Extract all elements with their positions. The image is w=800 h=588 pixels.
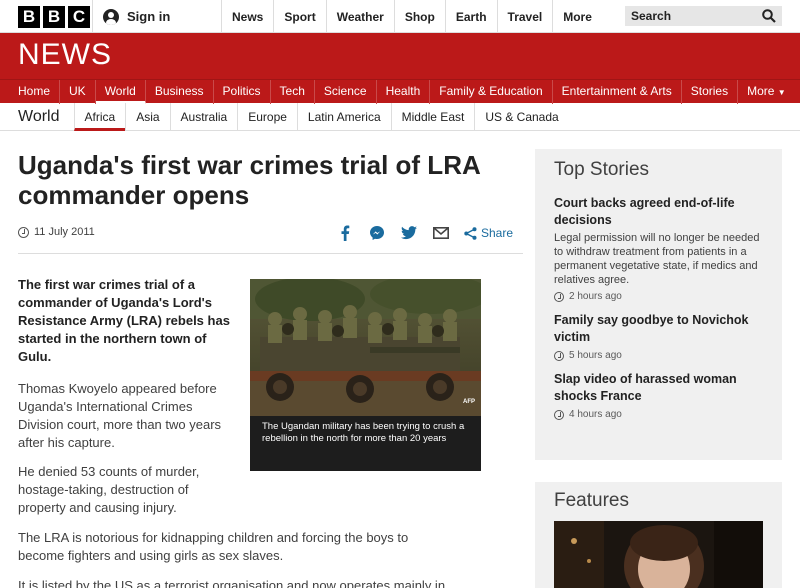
news-main-nav: Home UK World Business Politics Tech Sci… [0,79,800,104]
main-nav-uk[interactable]: UK [60,80,96,104]
main-nav-more[interactable]: More ▼ [738,80,795,104]
top-story-item[interactable]: Court backs agreed end-of-life decisions… [554,195,763,302]
twitter-icon[interactable] [400,224,418,242]
facebook-icon[interactable] [336,224,354,242]
article-paragraph: It is listed by the US as a terrorist or… [18,578,446,588]
article-paragraph: Thomas Kwoyelo appeared before Uganda's … [18,381,222,450]
top-story-headline[interactable]: Slap video of harassed woman shocks Fran… [554,371,763,405]
section-title[interactable]: World [18,108,60,126]
world-sub-nav: World Africa Asia Australia Europe Latin… [0,102,800,131]
article-meta: 11 July 2011 Share [18,222,523,254]
news-wordmark[interactable]: NEWS [18,38,112,72]
military-vehicle-photo [250,279,481,416]
article-paragraph: The LRA is notorious for kidnapping chil… [18,530,409,563]
bbc-logo-letter: C [68,6,90,28]
features-title: Features [554,490,629,511]
clock-icon [554,350,564,361]
search-placeholder: Search [631,9,672,23]
top-story-time-text: 4 hours ago [569,409,622,420]
main-nav-family-education[interactable]: Family & Education [430,80,553,104]
chevron-down-icon: ▼ [777,88,786,97]
sign-in-link[interactable]: Sign in [92,0,219,33]
global-nav-sport[interactable]: Sport [273,0,325,33]
global-nav-travel[interactable]: Travel [496,0,553,33]
feature-photo [554,521,763,588]
top-stories-title: Top Stories [554,159,650,180]
clock-icon [554,291,564,302]
global-nav-shop[interactable]: Shop [393,0,445,33]
feature-thumbnail[interactable] [554,521,763,588]
messenger-icon[interactable] [368,224,386,242]
top-story-time: 4 hours ago [554,409,763,420]
main-nav-health[interactable]: Health [377,80,431,104]
article-paragraph: He denied 53 counts of murder, hostage-t… [18,464,200,515]
share-label: Share [480,226,513,240]
sign-in-label: Sign in [127,9,171,24]
top-story-time-text: 5 hours ago [569,350,622,361]
subnav-australia[interactable]: Australia [169,102,238,131]
subnav-middle-east[interactable]: Middle East [390,102,475,131]
top-story-summary: Legal permission will no longer be neede… [554,232,760,286]
global-nav-more-label: More [563,9,592,24]
bbc-top-bar: B B C Sign in News Sport Weather Shop Ea… [0,0,800,33]
main-nav-entertainment-arts[interactable]: Entertainment & Arts [553,80,682,104]
global-nav-earth[interactable]: Earth [444,0,497,33]
global-nav-news[interactable]: News [221,0,273,33]
global-nav: News Sport Weather Shop Earth Travel Mor… [221,0,648,33]
subnav-latin-america[interactable]: Latin America [296,102,391,131]
bbc-logo-letter: B [18,6,40,28]
top-story-item[interactable]: Slap video of harassed woman shocks Fran… [554,371,763,420]
news-header: NEWS Home UK World Business Politics Tec… [0,33,800,104]
main-nav-home[interactable]: Home [9,80,61,104]
subnav-africa[interactable]: Africa [73,102,126,131]
bbc-logo[interactable]: B B C [18,6,90,28]
main-nav-business[interactable]: Business [146,80,214,104]
top-story-headline[interactable]: Family say goodbye to Novichok victim [554,312,763,346]
clock-icon [18,226,29,238]
user-icon [103,8,119,25]
search-icon[interactable] [762,9,776,23]
global-nav-weather[interactable]: Weather [325,0,394,33]
top-story-headline[interactable]: Court backs agreed end-of-life decisions [554,195,763,229]
share-tools: Share [336,224,513,242]
features-panel: Features [535,482,782,588]
share-button[interactable]: Share [464,226,513,240]
article-headline: Uganda's first war crimes trial of LRA c… [18,150,480,210]
email-icon[interactable] [432,224,450,242]
main-nav-stories[interactable]: Stories [682,80,739,104]
top-story-time: 2 hours ago [554,291,763,302]
image-caption: The Ugandan military has been trying to … [250,416,481,471]
top-story-time: 5 hours ago [554,350,763,361]
top-stories-panel: Top Stories Court backs agreed end-of-li… [535,149,782,460]
subnav-europe[interactable]: Europe [237,102,297,131]
main-nav-science[interactable]: Science [315,80,377,104]
article-image: AFP The Ugandan military has been trying… [250,279,481,471]
share-icon [464,226,477,240]
top-story-item[interactable]: Family say goodbye to Novichok victim 5 … [554,312,763,361]
main-nav-more-label: More [747,84,775,98]
top-story-time-text: 2 hours ago [569,291,622,302]
article-date: 11 July 2011 [18,226,95,238]
bbc-logo-letter: B [43,6,65,28]
article-date-text: 11 July 2011 [34,226,95,238]
clock-icon [554,409,564,420]
article-lede: The first war crimes trial of a commande… [18,277,230,364]
main-nav-world[interactable]: World [95,80,146,104]
main-nav-tech[interactable]: Tech [271,80,315,104]
main-nav-politics[interactable]: Politics [214,80,271,104]
subnav-asia[interactable]: Asia [125,102,169,131]
subnav-us-canada[interactable]: US & Canada [474,102,568,131]
search-input[interactable]: Search [625,6,782,26]
image-credit: AFP [463,399,475,405]
